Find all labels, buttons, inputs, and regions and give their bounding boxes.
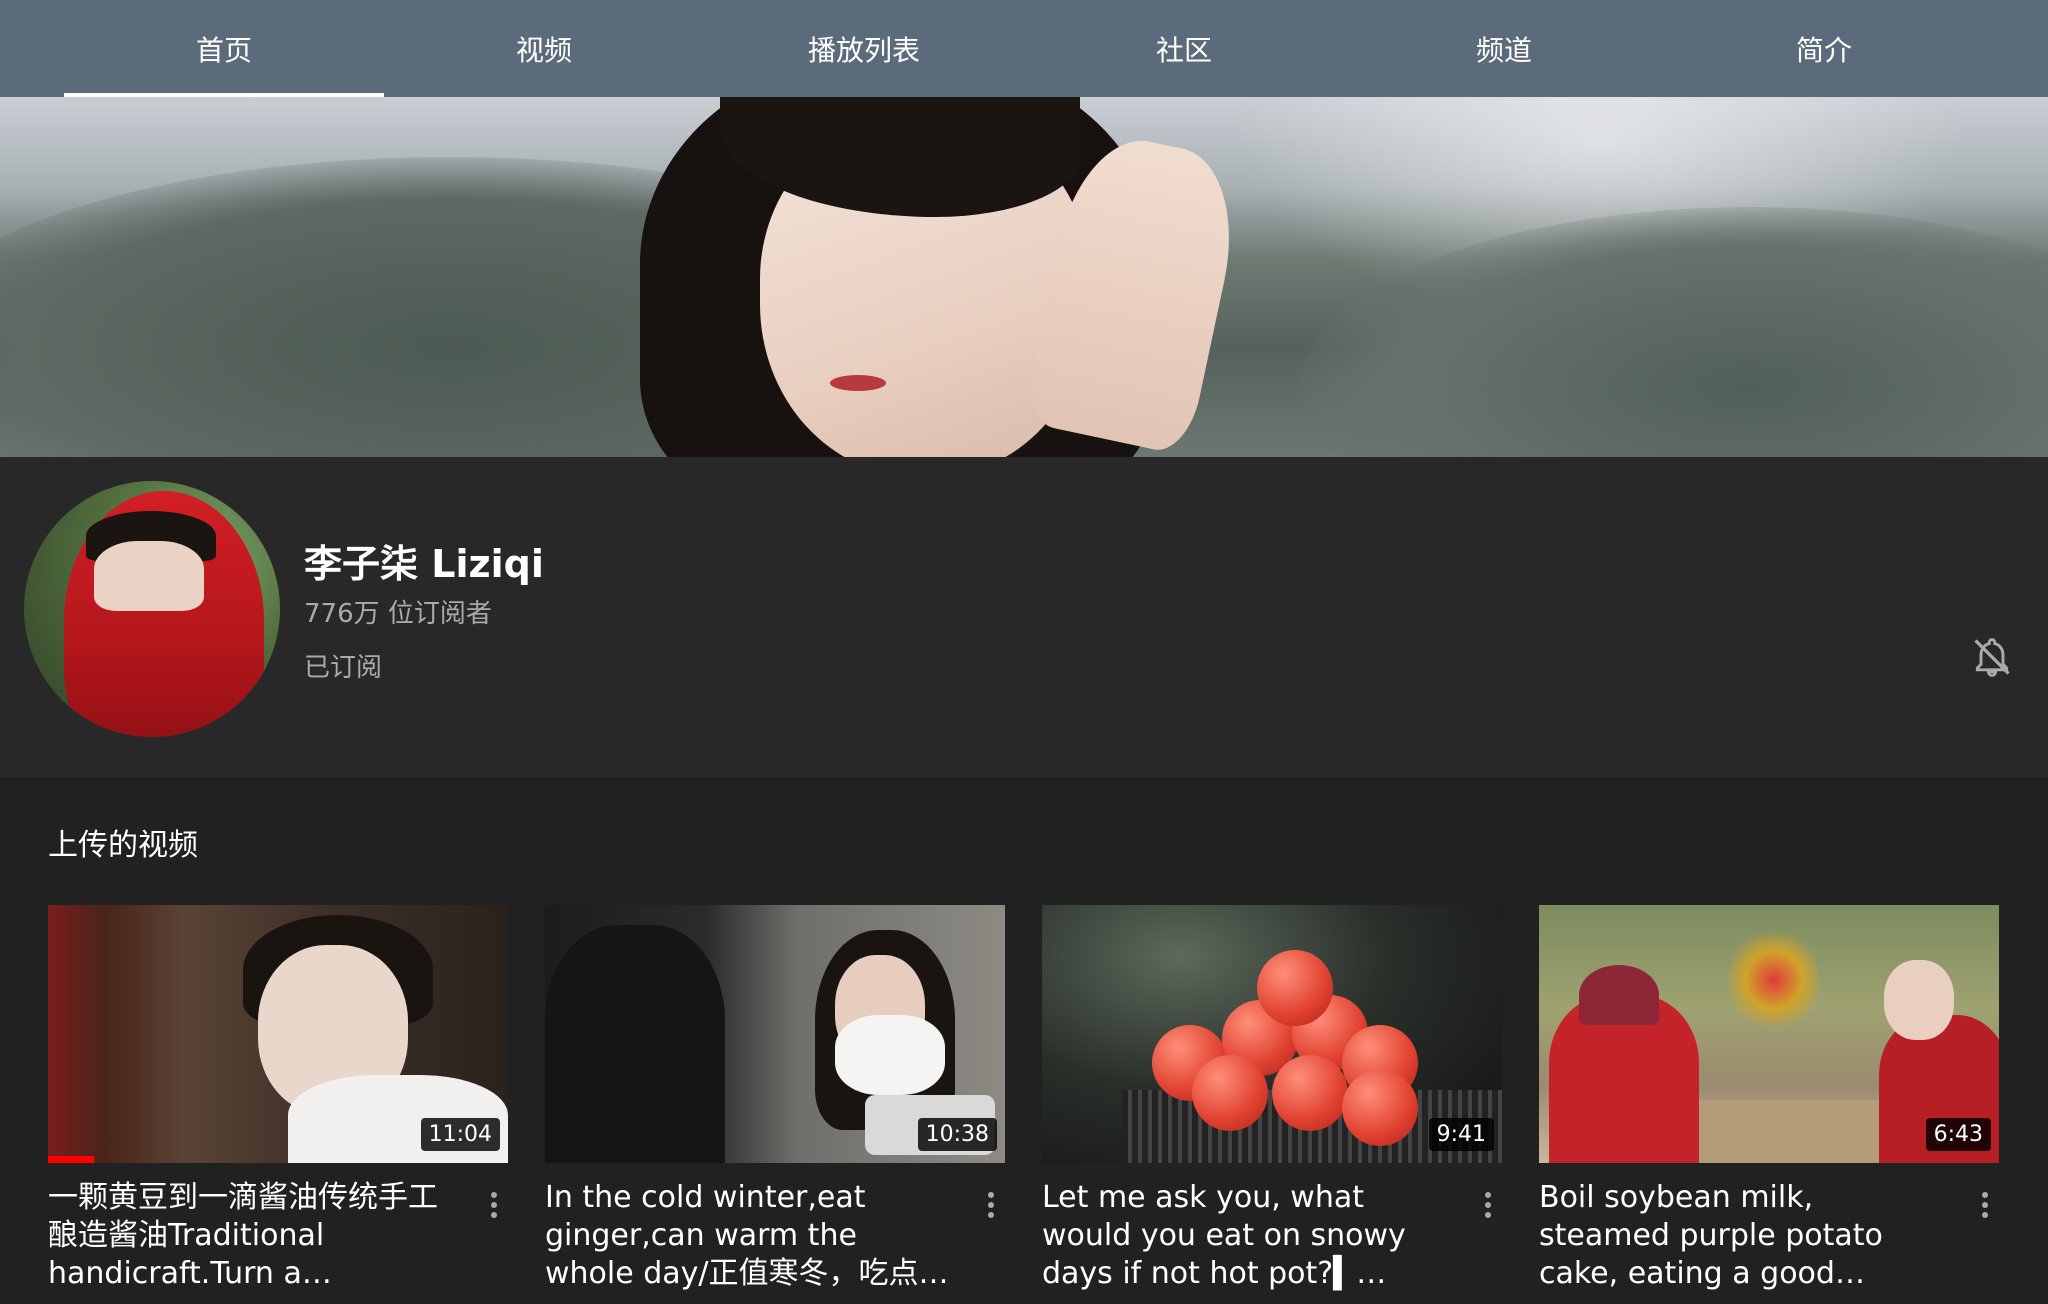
more-options-icon[interactable] (480, 1185, 508, 1225)
subscriber-count: 776万 位订阅者 (304, 599, 492, 629)
watch-progress-bar (48, 1156, 94, 1163)
avatar-face (94, 541, 204, 611)
uploads-section-title: 上传的视频 (48, 828, 198, 863)
video-title[interactable]: Boil soybean milk, steamed purple potato… (1539, 1179, 1949, 1293)
channel-avatar[interactable] (24, 481, 280, 737)
more-options-icon[interactable] (1971, 1185, 1999, 1225)
video-duration: 6:43 (1925, 1118, 1991, 1151)
video-card[interactable]: 6:43 Boil soybean milk, steamed purple p… (1539, 905, 1999, 1304)
tab-playlists[interactable]: 播放列表 (704, 0, 1024, 97)
thumb-persimmon (1192, 1055, 1268, 1131)
video-title[interactable]: Let me ask you, what would you eat on sn… (1042, 1179, 1452, 1293)
banner-hill (1300, 207, 2048, 457)
thumb-face (1884, 960, 1954, 1040)
channel-banner (0, 97, 2048, 457)
video-duration: 9:41 (1428, 1118, 1494, 1151)
video-card[interactable]: 10:38 In the cold winter,eat ginger,can … (545, 905, 1005, 1304)
notifications-off-icon[interactable] (1970, 635, 2014, 679)
tab-about[interactable]: 简介 (1664, 0, 1984, 97)
video-card[interactable]: 11:04 一颗黄豆到一滴酱油传统手工酿造酱油Traditional handi… (48, 905, 508, 1304)
video-duration: 11:04 (420, 1118, 500, 1151)
tab-community[interactable]: 社区 (1024, 0, 1344, 97)
thumb-persimmon (1272, 1055, 1348, 1131)
thumb-persimmon (1342, 1070, 1418, 1146)
tab-videos[interactable]: 视频 (384, 0, 704, 97)
video-title[interactable]: In the cold winter,eat ginger,can warm t… (545, 1179, 955, 1293)
thumb-persimmon (1257, 950, 1333, 1026)
video-thumbnail[interactable]: 10:38 (545, 905, 1005, 1163)
tab-home[interactable]: 首页 (64, 0, 384, 97)
video-thumbnail[interactable]: 9:41 (1042, 905, 1502, 1163)
more-options-icon[interactable] (1474, 1185, 1502, 1225)
thumb-scarf (835, 1015, 945, 1095)
banner-lips (830, 375, 886, 391)
thumb-hat (1579, 965, 1659, 1025)
subscribed-button[interactable]: 已订阅 (304, 647, 382, 684)
video-thumbnail[interactable]: 11:04 (48, 905, 508, 1163)
uploads-video-row: 11:04 一颗黄豆到一滴酱油传统手工酿造酱油Traditional handi… (48, 905, 2008, 1304)
video-thumbnail[interactable]: 6:43 (1539, 905, 1999, 1163)
thumb-person (545, 925, 725, 1163)
video-card[interactable]: 9:41 Let me ask you, what would you eat … (1042, 905, 1502, 1304)
channel-tab-bar: 首页 视频 播放列表 社区 频道 简介 (0, 0, 2048, 97)
channel-header: 李子柒 Liziqi 776万 位订阅者 已订阅 (0, 457, 2048, 777)
tab-channels[interactable]: 频道 (1344, 0, 1664, 97)
video-title[interactable]: 一颗黄豆到一滴酱油传统手工酿造酱油Traditional handicraft.… (48, 1179, 458, 1293)
more-options-icon[interactable] (977, 1185, 1005, 1225)
channel-name: 李子柒 Liziqi (304, 542, 544, 586)
video-duration: 10:38 (917, 1118, 997, 1151)
thumb-flowers (1729, 925, 1819, 1035)
